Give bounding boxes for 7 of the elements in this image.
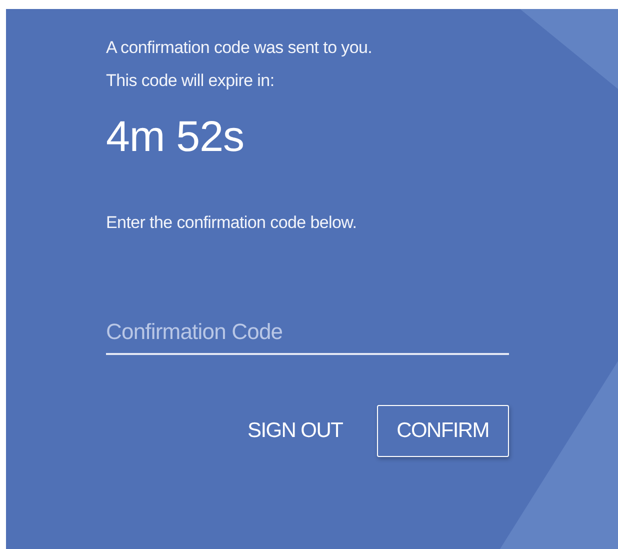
confirmation-code-field[interactable]: Confirmation Code [106,319,509,355]
sign-out-button[interactable]: SIGN OUT [248,419,343,443]
message-text: This code will expire in: [106,70,276,92]
message-text: A confirmation code was sent to you. [106,37,374,59]
countdown-timer: 4m 52s [106,112,246,163]
instruction-text: Enter the confirmation code below. [106,213,358,233]
confirm-button[interactable]: CONFIRM [376,405,509,457]
